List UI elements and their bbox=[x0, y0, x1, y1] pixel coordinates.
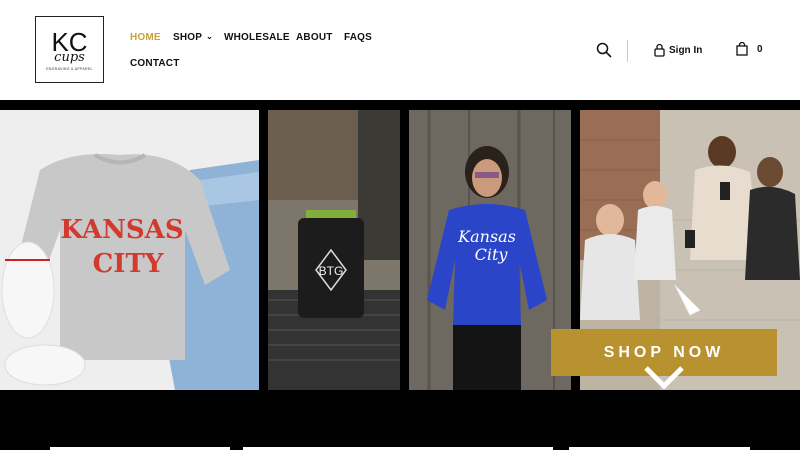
logo-cups: cups bbox=[54, 49, 85, 65]
lock-icon bbox=[654, 43, 665, 57]
logo-tagline: ENGRAVING & APPAREL bbox=[46, 66, 93, 71]
site-header: KC cups ENGRAVING & APPAREL HOME SHOP ⌄ W… bbox=[0, 0, 800, 100]
nav-home-label: HOME bbox=[130, 32, 161, 43]
cart-link[interactable]: 0 bbox=[736, 42, 763, 56]
nav-about-label: ABOUT bbox=[296, 32, 333, 43]
nav-home[interactable]: HOME bbox=[130, 32, 161, 43]
sign-in-label: Sign In bbox=[669, 44, 703, 56]
nav-contact[interactable]: CONTACT bbox=[130, 58, 180, 69]
nav-about[interactable]: ABOUT bbox=[296, 32, 333, 43]
bottom-section bbox=[0, 390, 800, 450]
sign-in-link[interactable]: Sign In bbox=[654, 43, 702, 57]
nav-shop[interactable]: SHOP ⌄ bbox=[173, 32, 213, 43]
shop-now-label: SHOP NOW bbox=[603, 343, 725, 361]
nav-wholesale[interactable]: WHOLESALE bbox=[224, 32, 290, 43]
nav-contact-label: CONTACT bbox=[130, 58, 180, 69]
koozie-text: BTG bbox=[319, 264, 344, 278]
chevron-down-icon: ⌄ bbox=[206, 32, 214, 41]
cart-count: 0 bbox=[757, 43, 763, 55]
nav-faqs[interactable]: FAQS bbox=[344, 32, 372, 43]
sweatshirt-text-line1: KANSAS bbox=[60, 215, 183, 245]
model-shirt-text-line1: Kansas bbox=[457, 227, 516, 246]
header-divider bbox=[627, 40, 628, 62]
sweatshirt-text-line2: CITY bbox=[93, 249, 164, 279]
nav-shop-label: SHOP bbox=[173, 32, 203, 43]
hero-image-koozie: BTG bbox=[268, 110, 400, 390]
chevron-down-icon[interactable] bbox=[642, 362, 686, 392]
model-shirt-text-line2: City bbox=[475, 245, 509, 264]
hero-image-sweatshirt: KANSAS CITY bbox=[0, 110, 259, 390]
search-icon[interactable] bbox=[596, 42, 612, 58]
nav-faqs-label: FAQS bbox=[344, 32, 373, 43]
hero-image-model: Kansas City bbox=[409, 110, 571, 390]
site-logo[interactable]: KC cups ENGRAVING & APPAREL bbox=[35, 16, 104, 83]
nav-wholesale-label: WHOLESALE bbox=[224, 32, 290, 43]
shopping-bag-icon bbox=[736, 42, 748, 56]
